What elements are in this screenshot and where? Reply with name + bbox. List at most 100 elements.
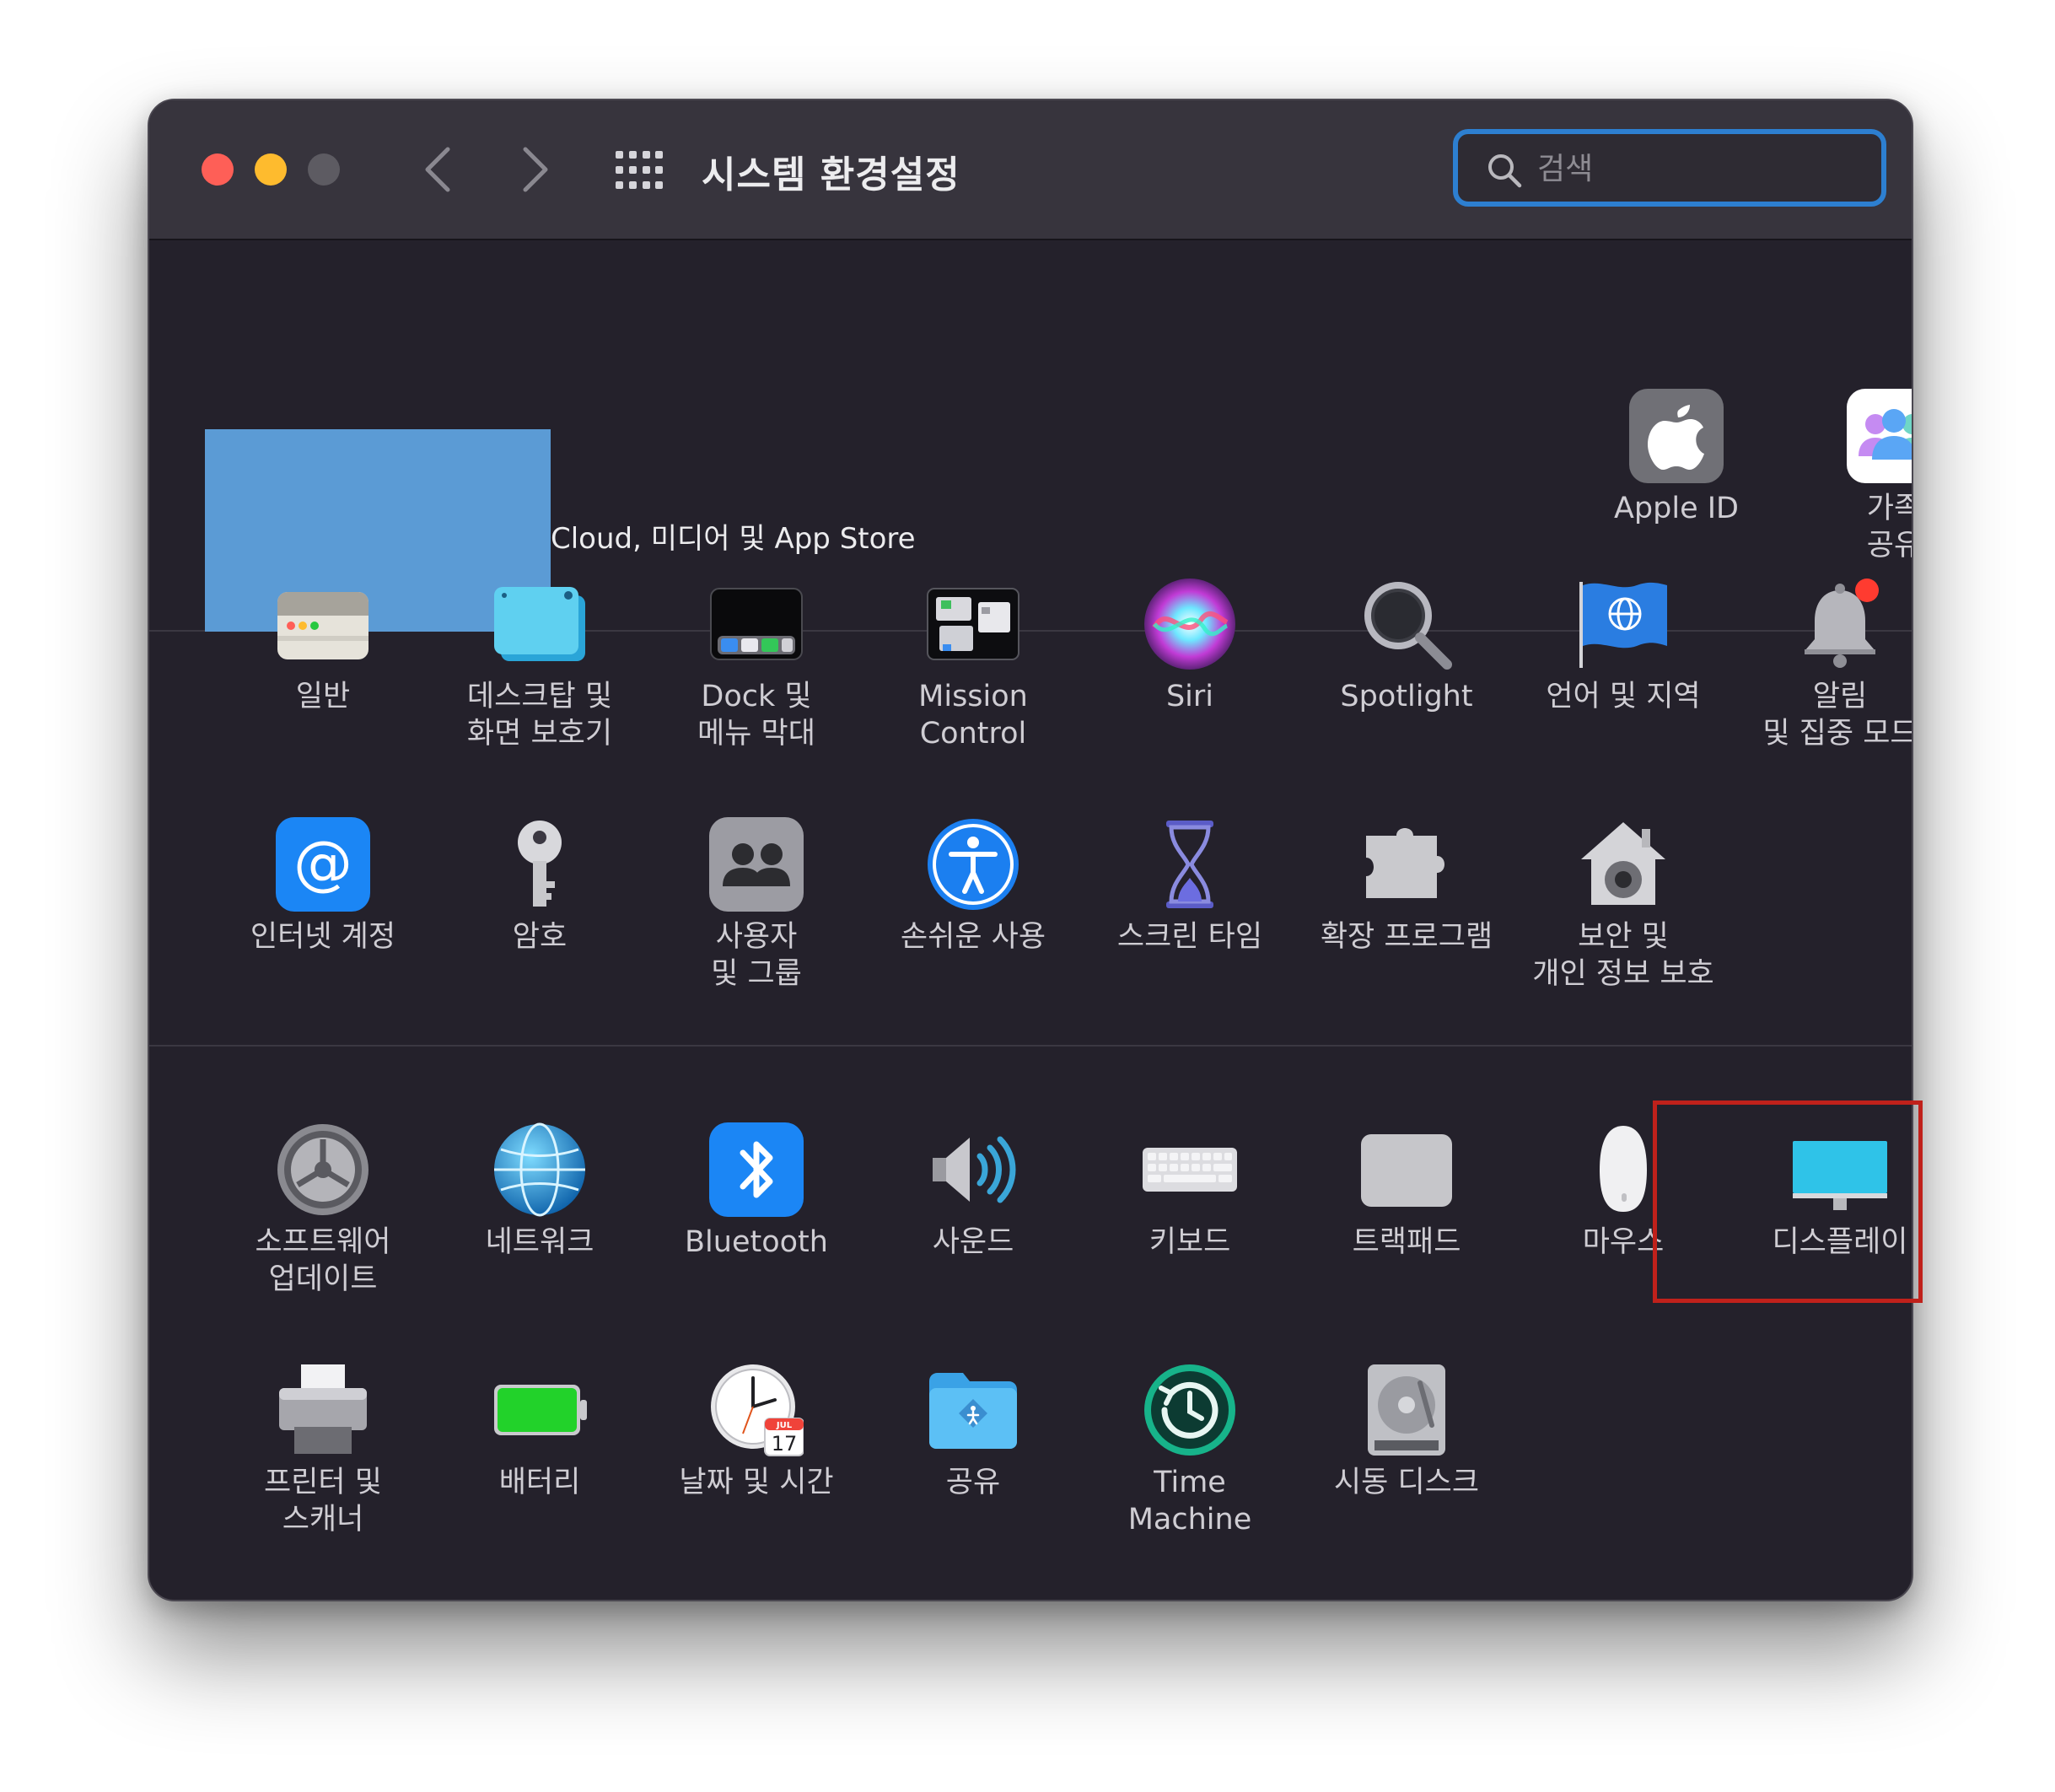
titlebar: 시스템 환경설정 xyxy=(149,100,1912,240)
pref-startup-disk[interactable]: 시동 디스크 xyxy=(1305,1363,1508,1574)
spotlight-label: Spotlight xyxy=(1340,680,1473,713)
software-update-icon xyxy=(277,1124,369,1215)
printers-scanners-label: 프린터 및 스캐너 xyxy=(264,1466,382,1536)
minimize-button[interactable] xyxy=(255,153,287,186)
pref-users-groups[interactable]: 사용자 및 그룹 xyxy=(655,817,858,1028)
zoom-button[interactable] xyxy=(308,153,340,186)
pref-printers-scanners[interactable]: 프린터 및 스캐너 xyxy=(222,1363,424,1574)
accessibility-label: 손쉬운 사용 xyxy=(900,920,1046,954)
battery-icon xyxy=(494,1385,587,1435)
users-groups-label: 사용자 및 그룹 xyxy=(711,920,802,991)
window-title: 시스템 환경설정 xyxy=(702,153,960,196)
pref-trackpad[interactable]: 트랙패드 xyxy=(1305,1122,1508,1333)
pref-general[interactable]: 일반 xyxy=(222,577,424,788)
pref-language-region[interactable]: 언어 및 지역 xyxy=(1522,577,1724,788)
pref-keyboard[interactable]: 키보드 xyxy=(1089,1122,1291,1333)
apple-id-icon xyxy=(1629,389,1724,483)
close-button[interactable] xyxy=(202,153,234,186)
search-field[interactable] xyxy=(1453,129,1886,207)
forward-button[interactable] xyxy=(514,143,556,196)
sound-label: 사운드 xyxy=(932,1225,1014,1259)
system-preferences-window: 시스템 환경설정 Cloud, 미디어 및 App Store Apple ID xyxy=(148,99,1913,1601)
security-privacy-label: 보안 및 개인 정보 보호 xyxy=(1532,920,1714,991)
pref-date-time[interactable]: JUL 17 날짜 및 시간 xyxy=(655,1363,858,1574)
passwords-icon xyxy=(518,821,562,907)
pref-desktop-screensaver[interactable]: 데스크탑 및 화면 보호기 xyxy=(438,577,641,788)
accessibility-icon xyxy=(928,819,1019,910)
pref-siri[interactable]: Siri xyxy=(1089,577,1291,788)
pref-sound[interactable]: 사운드 xyxy=(872,1122,1074,1333)
svg-text:@: @ xyxy=(293,828,352,897)
screen-time-icon xyxy=(1166,821,1213,908)
family-sharing-icon xyxy=(1847,389,1912,483)
trackpad-label: 트랙패드 xyxy=(1352,1225,1461,1259)
bluetooth-label: Bluetooth xyxy=(685,1225,828,1259)
desktop-screensaver-label: 데스크탑 및 화면 보호기 xyxy=(466,680,613,751)
date-time-icon: JUL 17 xyxy=(711,1364,804,1456)
svg-text:JUL: JUL xyxy=(776,1421,793,1430)
siri-label: Siri xyxy=(1165,680,1214,713)
dock-label: Dock 및 메뉴 막대 xyxy=(697,680,815,751)
pref-accessibility[interactable]: 손쉬운 사용 xyxy=(872,817,1074,1028)
mission-control-icon xyxy=(927,588,1019,660)
general-icon xyxy=(277,592,369,659)
general-label: 일반 xyxy=(295,680,351,713)
notifications-label: 알림 및 집중 모드 xyxy=(1762,680,1913,751)
siri-icon xyxy=(1144,578,1235,670)
pref-spotlight[interactable]: Spotlight xyxy=(1305,577,1508,788)
pref-software-update[interactable]: 소프트웨어 업데이트 xyxy=(222,1122,424,1333)
pref-internet-accounts[interactable]: @ 인터넷 계정 xyxy=(222,817,424,1028)
users-groups-icon xyxy=(709,817,804,912)
search-input[interactable] xyxy=(1536,143,1868,195)
pref-time-machine[interactable]: Time Machine xyxy=(1089,1363,1291,1574)
account-section: Cloud, 미디어 및 App Store Apple ID 가족 공유 xyxy=(149,240,1912,632)
pref-apple-id[interactable]: Apple ID xyxy=(1575,389,1778,600)
time-machine-icon xyxy=(1144,1364,1235,1456)
pref-network[interactable]: 네트워크 xyxy=(438,1122,641,1333)
mission-control-label: Mission Control xyxy=(918,680,1028,751)
language-region-icon xyxy=(1579,582,1667,668)
date-time-label: 날짜 및 시간 xyxy=(679,1466,834,1499)
screen-time-label: 스크린 타임 xyxy=(1116,920,1263,954)
show-all-grid-icon[interactable] xyxy=(616,151,663,190)
pref-screen-time[interactable]: 스크린 타임 xyxy=(1089,817,1291,1028)
pref-battery[interactable]: 배터리 xyxy=(438,1363,641,1574)
bluetooth-icon xyxy=(709,1122,804,1217)
extensions-label: 확장 프로그램 xyxy=(1320,920,1493,954)
internet-accounts-icon: @ xyxy=(276,817,370,912)
pref-family-sharing[interactable]: 가족 공유 xyxy=(1793,389,1912,600)
svg-text:17: 17 xyxy=(772,1432,798,1456)
pref-bluetooth[interactable]: Bluetooth xyxy=(655,1122,858,1333)
trackpad-icon xyxy=(1361,1134,1452,1207)
battery-label: 배터리 xyxy=(498,1466,581,1499)
account-description: Cloud, 미디어 및 App Store xyxy=(551,522,916,556)
pref-mission-control[interactable]: Mission Control xyxy=(872,577,1074,788)
pref-notifications-focus[interactable]: 알림 및 집중 모드 xyxy=(1739,577,1913,788)
notifications-icon xyxy=(1805,578,1879,668)
pref-extensions[interactable]: 확장 프로그램 xyxy=(1305,817,1508,1028)
printers-scanners-icon xyxy=(279,1364,367,1454)
startup-disk-icon xyxy=(1368,1364,1445,1456)
back-button[interactable] xyxy=(417,143,460,196)
desktop-screensaver-icon xyxy=(494,587,585,661)
pref-security-privacy[interactable]: 보안 및 개인 정보 보호 xyxy=(1522,817,1724,1028)
pref-dock-menubar[interactable]: Dock 및 메뉴 막대 xyxy=(655,577,858,788)
extensions-icon xyxy=(1366,828,1444,898)
sharing-icon xyxy=(929,1373,1017,1449)
software-update-label: 소프트웨어 업데이트 xyxy=(255,1225,391,1296)
spotlight-icon xyxy=(1364,582,1452,670)
dock-icon xyxy=(710,588,803,660)
keyboard-icon xyxy=(1143,1148,1237,1192)
security-privacy-icon xyxy=(1581,822,1665,905)
time-machine-label: Time Machine xyxy=(1127,1466,1252,1536)
pref-sharing[interactable]: 공유 xyxy=(872,1363,1074,1574)
section-divider xyxy=(149,1045,1912,1047)
displays-highlight-box xyxy=(1653,1100,1923,1303)
pref-passwords[interactable]: 암호 xyxy=(438,817,641,1028)
keyboard-label: 키보드 xyxy=(1149,1225,1231,1259)
sharing-label: 공유 xyxy=(945,1466,1001,1499)
network-label: 네트워크 xyxy=(485,1225,594,1259)
internet-accounts-label: 인터넷 계정 xyxy=(250,920,396,954)
family-sharing-label: 가족 공유 xyxy=(1866,492,1912,562)
sound-icon xyxy=(933,1136,1016,1203)
